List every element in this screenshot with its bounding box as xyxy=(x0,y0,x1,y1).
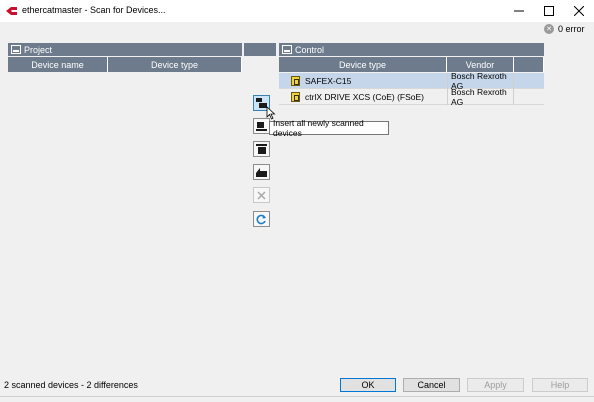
insert-device-icon xyxy=(256,122,267,131)
column-device-name[interactable]: Device name xyxy=(8,57,108,72)
refresh-button[interactable] xyxy=(253,211,270,227)
copy-device-icon xyxy=(256,168,267,177)
device-icon xyxy=(291,76,300,86)
maximize-icon xyxy=(544,6,554,16)
status-text: 2 scanned devices - 2 differences xyxy=(4,380,138,390)
refresh-icon xyxy=(256,214,266,224)
tooltip: Insert all newly scanned devices xyxy=(269,118,389,138)
error-count: 0 error xyxy=(558,24,585,34)
delete-icon xyxy=(257,190,266,200)
ok-button[interactable]: OK xyxy=(340,378,396,392)
device-type-cell: ctrlX DRIVE XCS (CoE) (FSoE) xyxy=(279,89,446,105)
project-icon xyxy=(11,45,21,54)
error-indicator: ✕ 0 error xyxy=(544,24,585,34)
close-icon xyxy=(574,6,584,16)
minimize-button[interactable] xyxy=(504,0,534,22)
project-panel-title: Project xyxy=(24,44,53,55)
cancel-button[interactable]: Cancel xyxy=(403,378,460,392)
device-type-text: ctrlX DRIVE XCS (CoE) (FSoE) xyxy=(305,92,425,102)
project-panel-header: Project xyxy=(8,43,242,56)
control-panel-title: Control xyxy=(295,44,325,55)
device-type-text: SAFEX-C15 xyxy=(305,76,352,86)
app-icon xyxy=(6,7,17,15)
window-title: ethercatmaster - Scan for Devices... xyxy=(22,5,166,15)
mouse-cursor-icon xyxy=(266,106,276,120)
device-row-ctrlx-drive[interactable]: ctrlX DRIVE XCS (CoE) (FSoE) Bosch Rexro… xyxy=(279,87,544,107)
insert-devices-button[interactable] xyxy=(253,141,270,157)
insert-devices-icon xyxy=(256,144,267,154)
apply-button[interactable]: Apply xyxy=(467,378,524,392)
vendor-cell: Bosch Rexroth AG xyxy=(447,87,514,107)
close-button[interactable] xyxy=(564,0,594,22)
error-circle-icon: ✕ xyxy=(544,24,554,34)
help-button[interactable]: Help xyxy=(532,378,588,392)
control-panel-header: Control xyxy=(279,43,544,56)
minimize-icon xyxy=(514,10,524,12)
title-bar: ethercatmaster - Scan for Devices... xyxy=(0,0,594,22)
delete-button[interactable] xyxy=(253,187,270,203)
control-device-list: SAFEX-C15 Bosch Rexroth AG ctrlX DRIVE X… xyxy=(279,71,544,107)
column-device-type[interactable]: Device type xyxy=(108,57,242,72)
maximize-button[interactable] xyxy=(534,0,564,22)
insert-device-button[interactable] xyxy=(253,118,270,134)
control-icon xyxy=(282,45,292,54)
column-blank xyxy=(514,57,544,72)
device-icon xyxy=(291,92,300,102)
column-control-device-type[interactable]: Device type xyxy=(279,57,447,72)
window-bottom-border xyxy=(0,396,594,397)
device-type-cell: SAFEX-C15 xyxy=(279,73,446,89)
column-vendor[interactable]: Vendor xyxy=(447,57,514,72)
toolbar-header xyxy=(244,43,276,56)
copy-device-button[interactable] xyxy=(253,164,270,180)
